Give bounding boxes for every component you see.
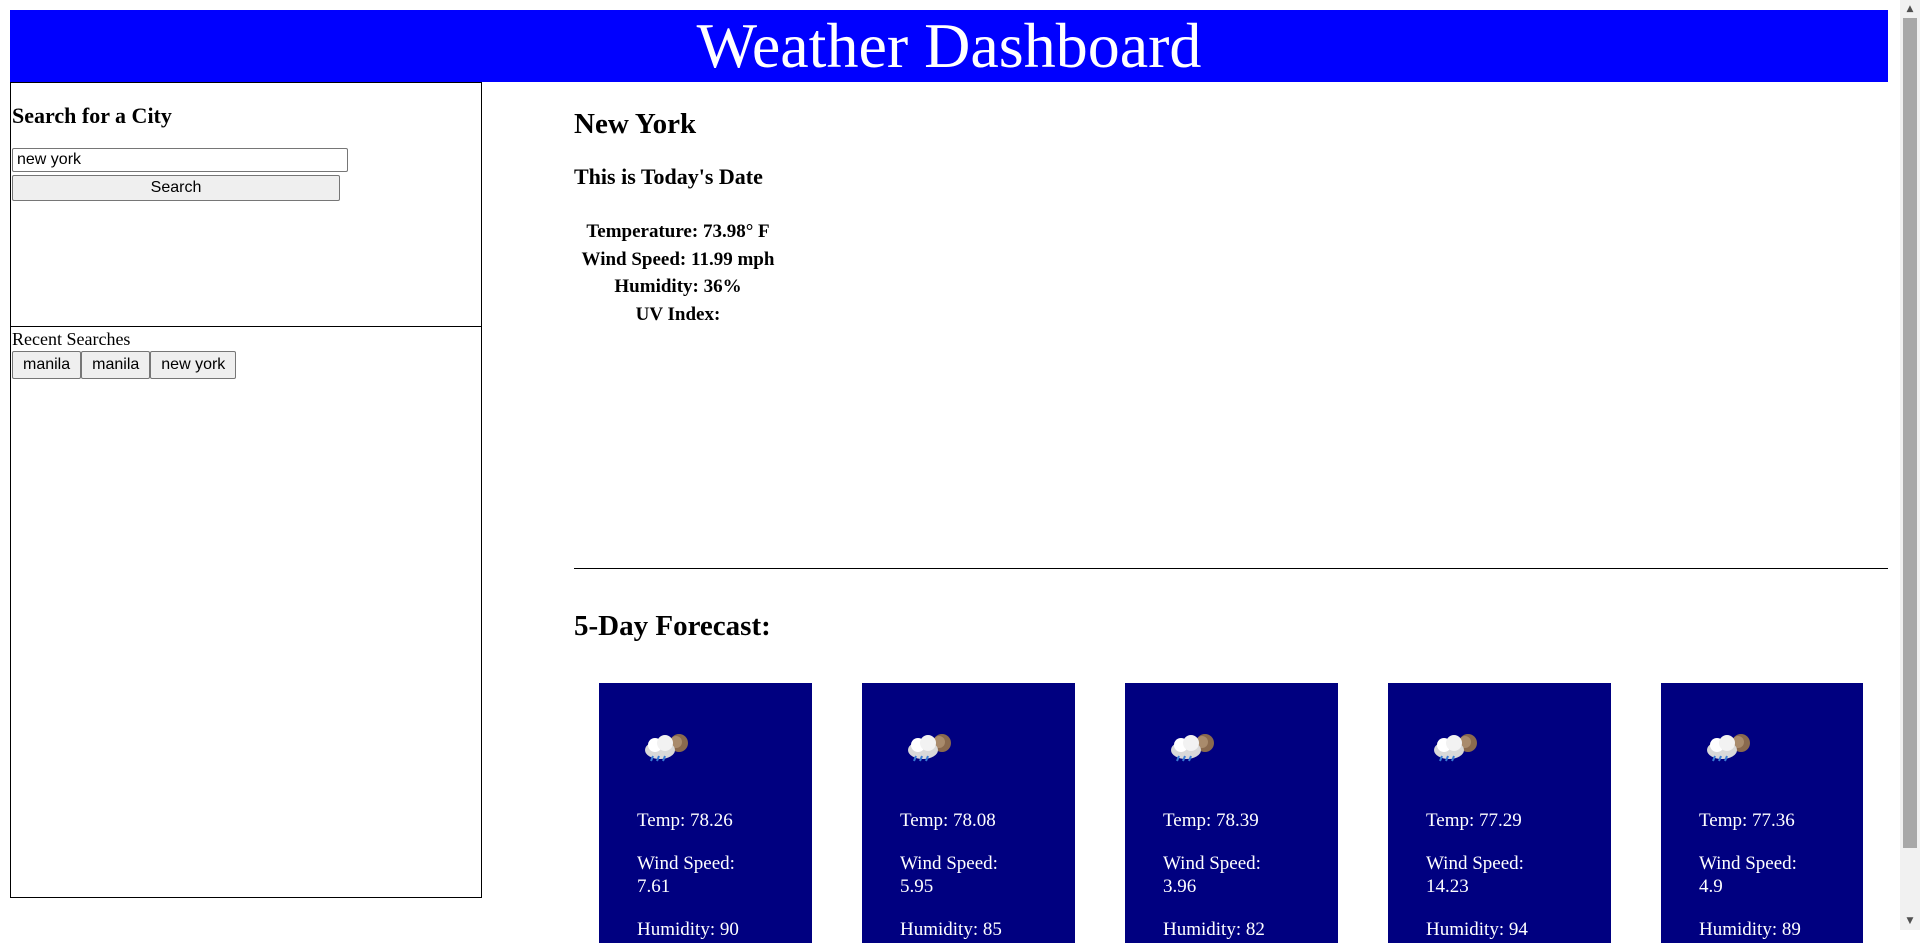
rain-cloud-icon xyxy=(1171,734,1214,762)
forecast-wind-label: Wind Speed: xyxy=(1699,853,1797,874)
forecast-wind-label: Wind Speed: xyxy=(1163,853,1261,874)
rain-cloud-icon xyxy=(1707,734,1750,762)
forecast-wind-value: 3.96 xyxy=(1163,876,1197,897)
forecast-wind-value: 14.23 xyxy=(1426,876,1469,897)
recent-searches-title: Recent Searches xyxy=(12,329,131,349)
wind-speed-value: Wind Speed: 11.99 mph xyxy=(581,248,775,270)
forecast-wind-label: Wind Speed: xyxy=(637,853,735,874)
uv-index-value: UV Index: xyxy=(635,303,721,325)
page-title: Weather Dashboard xyxy=(696,10,1202,81)
rain-cloud-icon xyxy=(1434,734,1477,762)
forecast-wind-value: 4.9 xyxy=(1699,876,1723,897)
humidity-value: Humidity: 36% xyxy=(614,276,742,297)
forecast-card: Temp: 77.29 Wind Speed: 14.23 Humidity: … xyxy=(1388,683,1611,943)
recent-search-button[interactable]: manila xyxy=(12,351,82,379)
forecast-temp: Temp: 77.29 xyxy=(1426,810,1522,831)
recent-searches-panel: Recent Searches manila manila new york xyxy=(10,326,482,898)
temperature-value: Temperature: 73.98° F xyxy=(586,221,770,242)
recent-search-button[interactable]: manila xyxy=(81,351,151,379)
forecast-card: Temp: 78.08 Wind Speed: 5.95 Humidity: 8… xyxy=(862,683,1075,943)
city-name: New York xyxy=(574,108,697,140)
forecast-card: Temp: 78.39 Wind Speed: 3.96 Humidity: 8… xyxy=(1125,683,1338,943)
rain-cloud-icon xyxy=(645,734,688,762)
scrollbar-thumb[interactable] xyxy=(1903,18,1917,848)
search-heading: Search for a City xyxy=(12,103,172,128)
forecast-card: Temp: 77.36 Wind Speed: 4.9 Humidity: 89 xyxy=(1661,683,1863,943)
forecast-temp: Temp: 78.26 xyxy=(637,810,733,831)
section-divider xyxy=(574,568,1888,569)
recent-searches-list: manila manila new york xyxy=(12,351,237,379)
vertical-scrollbar[interactable]: ▲ ▼ xyxy=(1900,0,1920,930)
forecast-wind-value: 7.61 xyxy=(637,876,671,897)
current-stats: Temperature: 73.98° F Wind Speed: 11.99 … xyxy=(574,218,782,328)
current-date: This is Today's Date xyxy=(574,164,763,189)
forecast-wind-value: 5.95 xyxy=(900,876,934,897)
recent-search-button[interactable]: new york xyxy=(150,351,237,379)
forecast-temp: Temp: 78.39 xyxy=(1163,810,1259,831)
city-search-input[interactable] xyxy=(12,148,348,172)
scroll-up-arrow-icon[interactable]: ▲ xyxy=(1900,0,1920,18)
scroll-down-arrow-icon[interactable]: ▼ xyxy=(1900,912,1920,930)
forecast-temp: Temp: 78.08 xyxy=(900,810,996,831)
forecast-wind-label: Wind Speed: xyxy=(900,853,998,874)
forecast-temp: Temp: 77.36 xyxy=(1699,810,1795,831)
search-panel: Search for a City Search xyxy=(10,82,482,327)
forecast-wind-label: Wind Speed: xyxy=(1426,853,1524,874)
rain-cloud-icon xyxy=(908,734,951,762)
current-weather: New York This is Today's Date Temperatur… xyxy=(574,106,774,325)
search-button[interactable]: Search xyxy=(12,175,340,201)
page-header: Weather Dashboard xyxy=(10,10,1888,82)
forecast-card: Temp: 78.26 Wind Speed: 7.61 Humidity: 9… xyxy=(599,683,812,943)
forecast-title: 5-Day Forecast: xyxy=(574,610,771,642)
